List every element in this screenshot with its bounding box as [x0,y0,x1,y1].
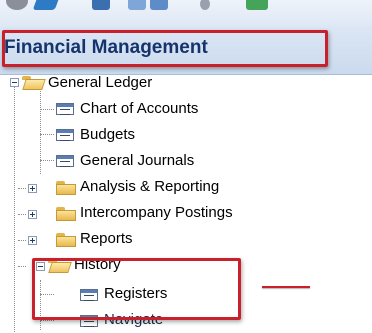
tree-item-chart-of-accounts[interactable]: Chart of Accounts [80,100,198,117]
tree-connector [18,188,26,189]
folder-icon [56,207,76,221]
folder-icon [56,181,76,195]
tree-connector [18,214,26,215]
toolbar-icon-7[interactable] [246,0,268,10]
toolbar-icon-5[interactable] [150,0,168,10]
expand-analysis-reporting-icon[interactable] [28,184,37,193]
toolbar-icon-6[interactable] [200,0,210,10]
history-annotation-box [32,258,241,320]
folder-open-icon [22,76,46,90]
tree-item-analysis-reporting[interactable]: Analysis & Reporting [80,178,219,195]
list-page-icon [56,103,74,115]
navigation-pane-header: Financial Management [0,26,372,75]
list-page-icon [56,155,74,167]
toolbar-icon-3[interactable] [92,0,110,10]
tree-item-general-journals[interactable]: General Journals [80,152,194,169]
tree-connector [18,266,26,267]
tree-item-general-ledger[interactable]: General Ledger [48,74,152,91]
expand-reports-icon[interactable] [28,236,37,245]
tree-connector [14,86,15,332]
tree-item-intercompany-postings[interactable]: Intercompany Postings [80,204,233,221]
toolbar-icon-2[interactable] [32,0,62,10]
tree-connector [40,134,54,135]
toolbar [0,0,372,26]
tree-connector [40,109,54,110]
toolbar-icon-4[interactable] [128,0,146,10]
tree-connector [40,160,54,161]
header-annotation-box [2,30,328,67]
tree-connector [18,240,26,241]
collapse-general-ledger-icon[interactable] [10,78,19,87]
tree-connector [40,88,41,174]
tree-connector [40,320,54,321]
expand-intercompany-postings-icon[interactable] [28,210,37,219]
tree-item-budgets[interactable]: Budgets [80,126,135,143]
folder-icon [56,233,76,247]
navigation-tree: General Ledger Chart of Accounts Budgets… [0,74,372,333]
list-page-icon [56,129,74,141]
toolbar-icon-1[interactable] [6,0,28,10]
annotation-pointer-line [262,286,310,288]
tree-item-reports[interactable]: Reports [80,230,133,247]
